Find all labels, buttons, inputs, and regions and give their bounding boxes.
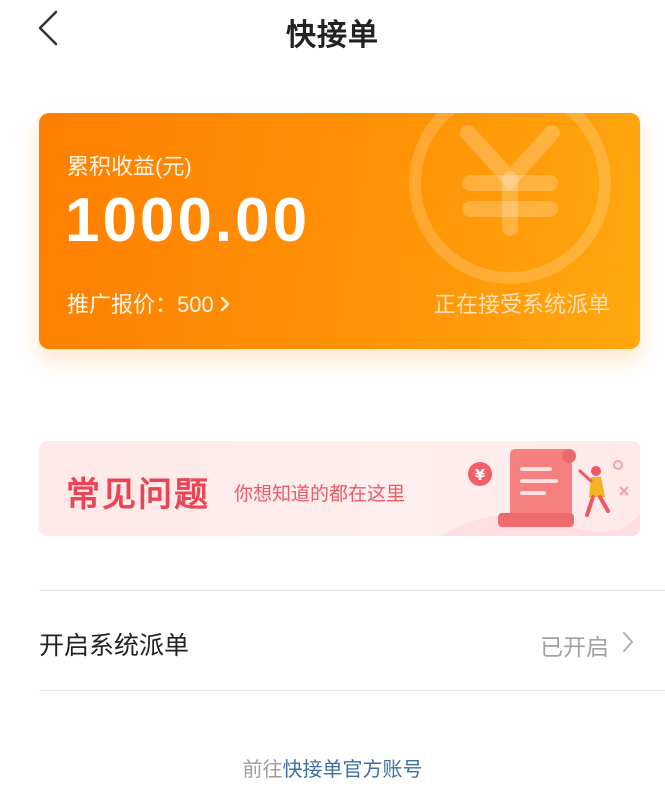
- earnings-card[interactable]: 累积收益(元) 1000.00 推广报价：500 正在接受系统派单: [39, 113, 640, 349]
- dispatch-status-text: 正在接受系统派单: [433, 292, 610, 317]
- promo-price-value: 500: [177, 292, 214, 317]
- system-dispatch-row[interactable]: 开启系统派单 已开启: [39, 592, 639, 688]
- faq-illustration-icon: ¥: [440, 449, 640, 536]
- faq-subtitle: 你想知道的都在这里: [234, 484, 406, 505]
- faq-title: 常见问题: [66, 476, 210, 514]
- earnings-label: 累积收益(元): [67, 154, 192, 179]
- system-dispatch-label: 开启系统派单: [39, 632, 190, 660]
- promo-price-link[interactable]: 推广报价：500: [67, 287, 230, 319]
- footer-prefix: 前往: [242, 759, 283, 781]
- chevron-right-icon: [623, 632, 633, 652]
- official-account-footer: 前往快接单官方账号: [0, 753, 665, 782]
- divider-top: [39, 590, 665, 591]
- faq-banner[interactable]: 常见问题 你想知道的都在这里 ¥: [39, 441, 640, 536]
- divider-bottom: [39, 690, 665, 691]
- top-nav-bar: 快接单: [0, 0, 665, 56]
- page-title: 快接单: [286, 19, 379, 52]
- chevron-right-icon: [220, 292, 230, 318]
- system-dispatch-value: 已开启: [540, 634, 609, 660]
- promo-price-label: 推广报价：: [67, 292, 178, 317]
- yuan-coin-text: ¥: [475, 466, 486, 484]
- official-account-link[interactable]: 快接单官方账号: [283, 759, 423, 781]
- earnings-amount: 1000.00: [65, 186, 311, 255]
